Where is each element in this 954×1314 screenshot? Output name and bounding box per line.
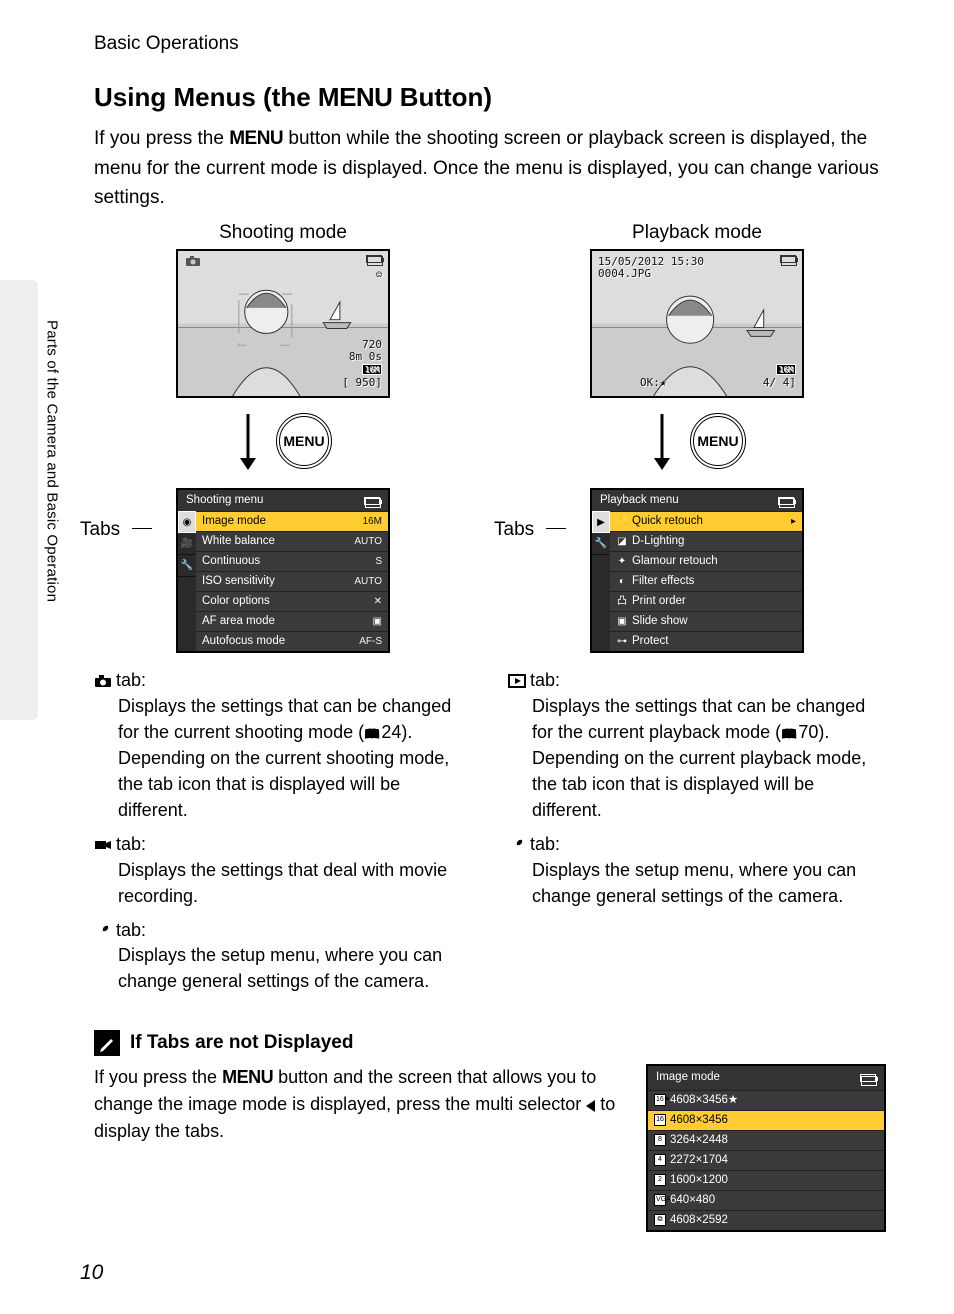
intro-paragraph: If you press the MENU button while the s… <box>94 124 886 212</box>
movie-icon <box>94 838 112 852</box>
tab-description: tab:Displays the settings that can be ch… <box>508 669 886 823</box>
left-arrow-icon <box>586 1100 595 1112</box>
menu-item: 83264×2448 <box>648 1130 884 1150</box>
play-icon <box>508 674 526 688</box>
menu-item: AF area mode▣ <box>196 611 388 631</box>
tab-description: tab:Displays the settings that can be ch… <box>94 669 472 823</box>
menu-word: MENU <box>318 82 393 112</box>
menu-item: Color options✕ <box>196 591 388 611</box>
tabs-callout-label: Tabs <box>494 518 534 543</box>
menu-item: ⧉4608×2592 <box>648 1210 884 1230</box>
image-mode-panel: Image mode 16★4608×3456★164608×345683264… <box>646 1064 886 1231</box>
menu-item: 凸Print order <box>610 591 802 611</box>
tab-wrench-icon: 🔧 <box>592 533 610 555</box>
note-body-text: If you press the MENU button and the scr… <box>94 1064 616 1231</box>
menu-item: 16★4608×3456★ <box>648 1090 884 1110</box>
menu-item: Image mode16M <box>196 511 388 531</box>
wrench-icon <box>94 924 112 938</box>
menu-item: ✦Glamour retouch <box>610 551 802 571</box>
shooting-mode-title: Shooting mode <box>94 221 472 246</box>
page-number: 10 <box>80 1259 103 1286</box>
menu-item: 21600×1200 <box>648 1170 884 1190</box>
note-title: If Tabs are not Displayed <box>130 1031 353 1056</box>
menu-item: ✨Quick retouch▸ <box>610 511 802 531</box>
menu-button-icon: MENU <box>276 413 332 469</box>
shooting-menu-title: Shooting menu <box>186 493 263 508</box>
arrow-down-icon <box>234 412 262 470</box>
page-title: Using Menus (the MENU Button) <box>94 81 886 115</box>
note-pencil-icon <box>94 1030 120 1056</box>
shooting-lcd-illustration: ☺ 720 8m 0s 16M [ 950] <box>176 249 390 398</box>
tab-wrench-icon: 🔧 <box>178 555 196 577</box>
playback-menu-panel: Playback menu ▶ 🔧 ✨Quick retouch▸◪D-Ligh… <box>590 488 804 653</box>
menu-item: ISO sensitivityAUTO <box>196 571 388 591</box>
playback-lcd-illustration: 15/05/2012 15:30 0004.JPG 16M OK:★ 4/ 4] <box>590 249 804 398</box>
playback-menu-title: Playback menu <box>600 493 679 508</box>
tab-description: tab:Displays the settings that deal with… <box>94 833 472 909</box>
shooting-menu-panel: Shooting menu ◉ 🎥 🔧 Image mode16MWhite b… <box>176 488 390 653</box>
tabs-callout-label: Tabs <box>80 518 120 543</box>
camera-icon <box>94 674 112 688</box>
tab-movie-icon: 🎥 <box>178 533 196 555</box>
arrow-down-icon <box>648 412 676 470</box>
menu-item: 42272×1704 <box>648 1150 884 1170</box>
menu-item: ContinuousS <box>196 551 388 571</box>
tab-description: tab:Displays the setup menu, where you c… <box>94 919 472 995</box>
menu-item: ◐Filter effects <box>610 571 802 591</box>
wrench-icon <box>508 838 526 852</box>
menu-item: Autofocus modeAF-S <box>196 631 388 651</box>
playback-mode-title: Playback mode <box>508 221 886 246</box>
menu-item: White balanceAUTO <box>196 531 388 551</box>
tab-camera-icon: ◉ <box>178 511 196 533</box>
menu-button-icon: MENU <box>690 413 746 469</box>
menu-item: ◪D-Lighting <box>610 531 802 551</box>
breadcrumb: Basic Operations <box>94 32 886 57</box>
image-mode-title: Image mode <box>656 1069 720 1086</box>
menu-item: ▣Slide show <box>610 611 802 631</box>
menu-item: ⊶Protect <box>610 631 802 651</box>
menu-item: 164608×3456 <box>648 1110 884 1130</box>
tab-play-icon: ▶ <box>592 511 610 533</box>
tab-description: tab:Displays the setup menu, where you c… <box>508 833 886 909</box>
menu-item: VGA640×480 <box>648 1190 884 1210</box>
